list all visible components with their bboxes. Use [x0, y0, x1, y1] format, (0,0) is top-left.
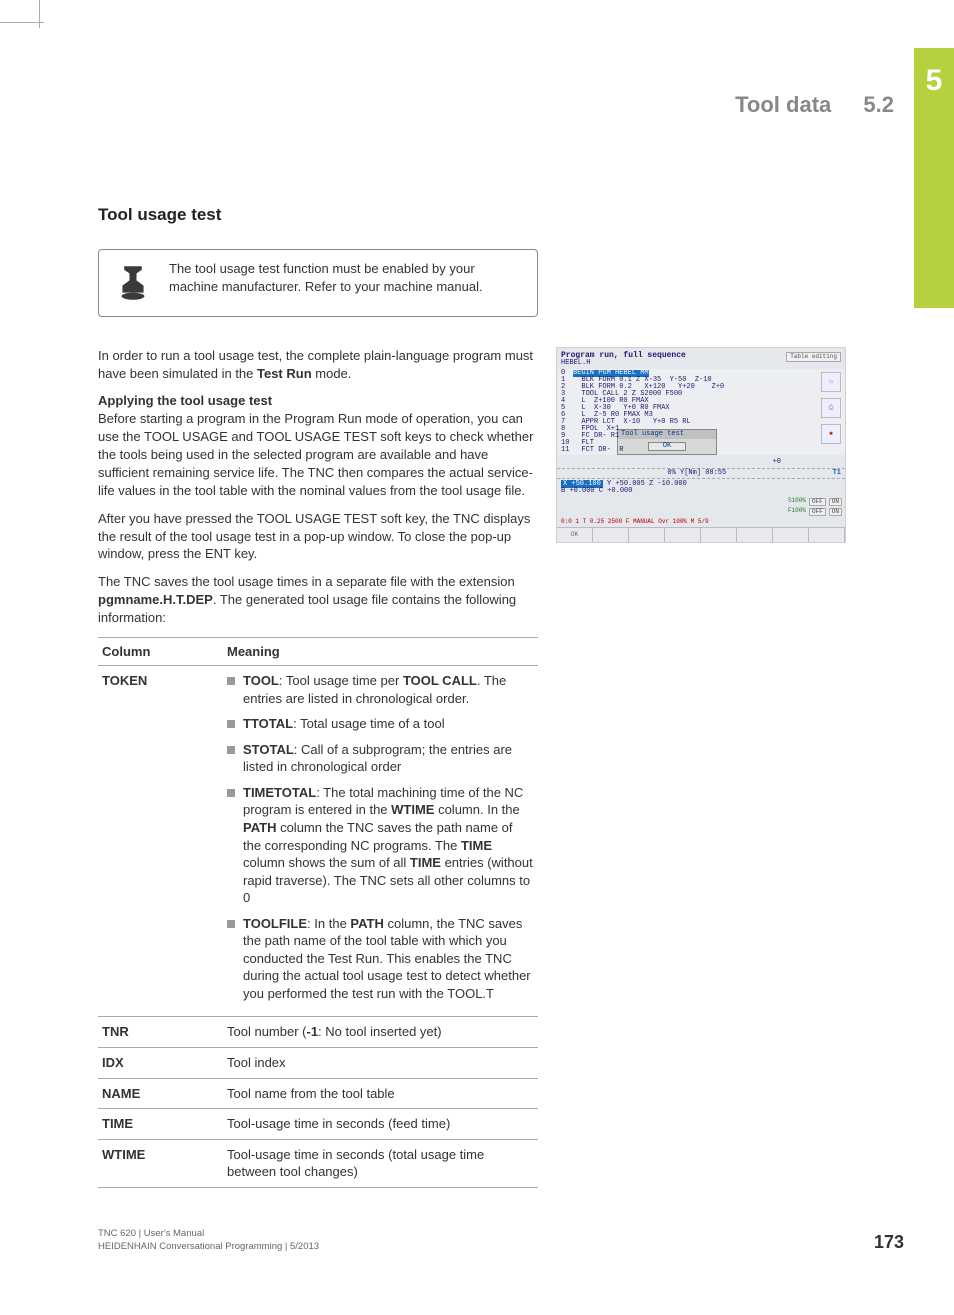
footer-text: TNC 620 | User's Manual HEIDENHAIN Conve…: [98, 1228, 319, 1253]
softkey: OK: [557, 528, 593, 542]
bullet-icon: [227, 746, 235, 754]
text-bold: Test Run: [257, 366, 312, 381]
side-icon: ⎙: [821, 398, 841, 418]
dialog-ok-button: OK: [648, 442, 686, 451]
bullet-icon: [227, 920, 235, 928]
cell-column: IDX: [98, 1048, 223, 1079]
text-bold: pgmname.H.T.DEP: [98, 592, 213, 607]
text: The TNC saves the tool usage times in a …: [98, 574, 515, 589]
cell-meaning: Tool name from the tool table: [223, 1078, 538, 1109]
subheading: Applying the tool usage test: [98, 393, 538, 408]
tnc-screenshot: Program run, full sequence HEBEL.H Table…: [556, 347, 846, 543]
table-row: IDXTool index: [98, 1048, 538, 1079]
th-column: Column: [98, 638, 223, 666]
body-paragraph: The TNC saves the tool usage times in a …: [98, 573, 538, 627]
definition-table: Column Meaning TOKEN TOOL: Tool usage ti…: [98, 637, 538, 1188]
th-meaning: Meaning: [223, 638, 538, 666]
table-row: WTIMETool-usage time in seconds (total u…: [98, 1139, 538, 1187]
table-row: NAMETool name from the tool table: [98, 1078, 538, 1109]
scr-mode-tab: Table editing: [786, 352, 841, 362]
cell-column: WTIME: [98, 1139, 223, 1187]
scr-status-t: +0: [557, 457, 845, 468]
running-header: Tool data 5.2: [735, 92, 894, 118]
side-icon-bar: ▭ ⎙ ✱: [821, 372, 843, 444]
intro-paragraph: In order to run a tool usage test, the c…: [98, 347, 538, 383]
text: mode.: [312, 366, 352, 381]
bullet-icon: [227, 677, 235, 685]
dialog-title: Tool usage test: [618, 430, 716, 439]
body-paragraph: Before starting a program in the Program…: [98, 410, 538, 500]
note-text: The tool usage test function must be ena…: [169, 260, 523, 295]
side-icon: ✱: [821, 424, 841, 444]
machine-icon: [113, 260, 153, 306]
cell-column: NAME: [98, 1078, 223, 1109]
header-title: Tool data: [735, 92, 831, 117]
cell-meaning: Tool number (-1: No tool inserted yet): [223, 1017, 538, 1048]
popup-dialog: Tool usage test OK: [617, 429, 717, 455]
table-row: TNRTool number (-1: No tool inserted yet…: [98, 1017, 538, 1048]
table-row: TIMETool-usage time in seconds (feed tim…: [98, 1109, 538, 1140]
table-row: TOKEN TOOL: Tool usage time per TOOL CAL…: [98, 666, 538, 1017]
page-number: 173: [874, 1232, 904, 1253]
cell-column: TNR: [98, 1017, 223, 1048]
section-title: Tool usage test: [98, 205, 868, 225]
bullet-icon: [227, 720, 235, 728]
chapter-tab: 5: [914, 48, 954, 308]
header-section: 5.2: [863, 92, 894, 117]
cell-column: TOKEN: [98, 666, 223, 1017]
note-box: The tool usage test function must be ena…: [98, 249, 538, 317]
axis-readout: X +50.100 Y +50.005 Z -10.000 B +0.000 C…: [557, 479, 845, 497]
softkey-row: OK: [557, 527, 845, 542]
cell-column: TIME: [98, 1109, 223, 1140]
cell-meaning: Tool index: [223, 1048, 538, 1079]
body-paragraph: After you have pressed the TOOL USAGE TE…: [98, 510, 538, 564]
cell-meaning: TOOL: Tool usage time per TOOL CALL. The…: [223, 666, 538, 1017]
side-icon: ▭: [821, 372, 841, 392]
scr-file: HEBEL.H: [561, 360, 686, 367]
cell-meaning: Tool-usage time in seconds (feed time): [223, 1109, 538, 1140]
cell-meaning: Tool-usage time in seconds (total usage …: [223, 1139, 538, 1187]
bullet-icon: [227, 789, 235, 797]
crop-mark-vertical: [39, 0, 40, 28]
crop-mark-horizontal: [0, 22, 44, 23]
